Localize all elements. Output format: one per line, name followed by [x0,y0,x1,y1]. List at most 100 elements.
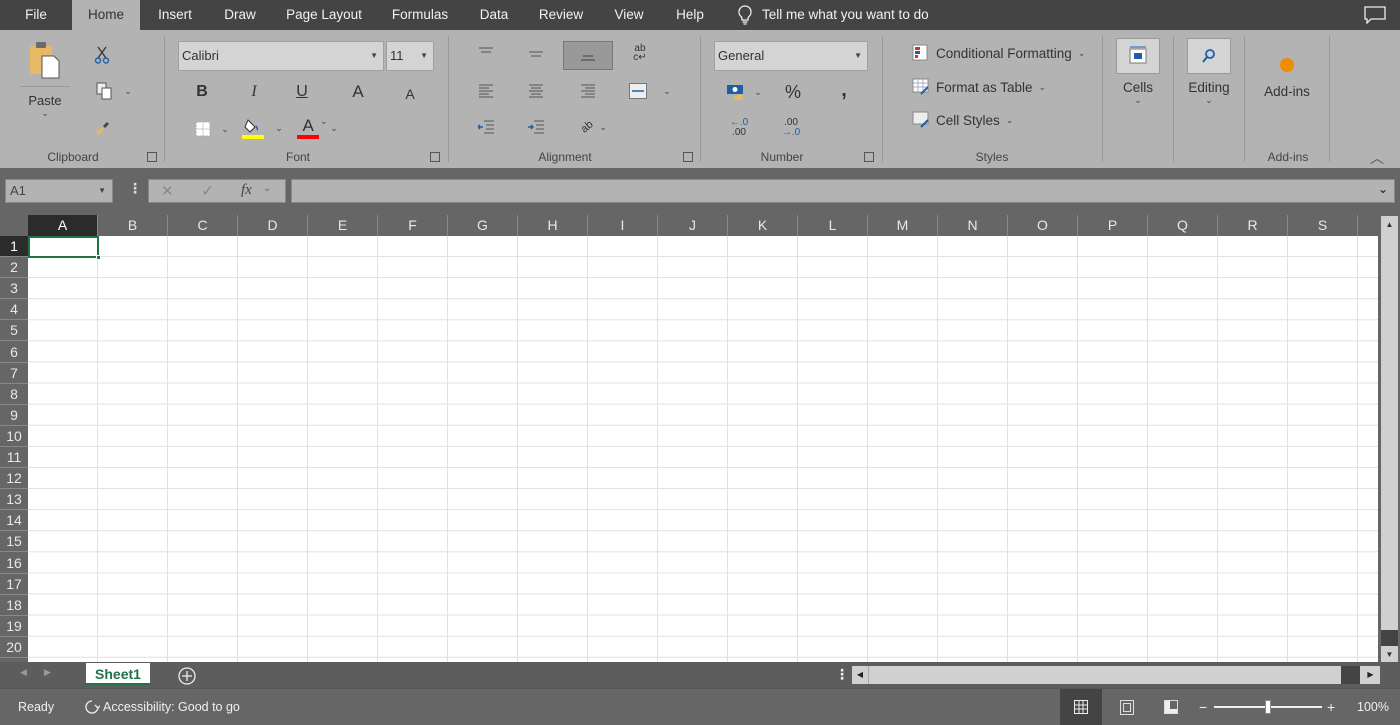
grow-font-button[interactable]: A [346,80,370,104]
row-header-18[interactable]: 18 [0,595,28,616]
increase-indent-button[interactable] [524,116,548,138]
tab-formulas[interactable]: Formulas [382,0,458,30]
merge-center-button[interactable]: ⌄ [624,80,676,102]
row-header-20[interactable]: 20 [0,637,28,658]
tab-draw[interactable]: Draw [212,0,268,30]
column-header-o[interactable]: O [1008,215,1078,236]
row-header-12[interactable]: 12 [0,468,28,490]
cut-button[interactable] [90,44,114,66]
scroll-up-button[interactable]: ▲ [1381,216,1398,234]
row-header-14[interactable]: 14 [0,510,28,532]
column-header-f[interactable]: F [378,215,448,236]
row-header-16[interactable]: 16 [0,553,28,574]
font-dialog-launcher[interactable] [430,152,440,162]
paste-button[interactable]: Paste ⌄ [20,40,70,145]
row-header-13[interactable]: 13 [0,489,28,511]
bold-button[interactable]: B [190,80,214,104]
percent-style-button[interactable]: % [781,80,805,104]
cell-grid[interactable] [28,236,1378,662]
alignment-dialog-launcher[interactable] [683,152,693,162]
normal-view-button[interactable] [1060,689,1102,725]
row-header-4[interactable]: 4 [0,299,28,321]
center-button[interactable] [524,80,548,102]
tab-data[interactable]: Data [470,0,518,30]
italic-button[interactable]: I [242,80,266,104]
new-sheet-button[interactable] [177,666,197,686]
row-header-9[interactable]: 9 [0,405,28,426]
tab-page-layout[interactable]: Page Layout [278,0,370,30]
copy-button[interactable]: ⌄ [90,80,138,102]
row-header-5[interactable]: 5 [0,320,28,342]
decrease-decimal-button[interactable]: .00 →.0 [776,116,806,140]
column-header-l[interactable]: L [798,215,868,236]
tab-home[interactable]: Home [72,0,140,30]
scroll-right-button[interactable]: ▶ [1362,666,1379,684]
more-options-icon[interactable]: ⋮ [128,180,142,197]
column-header-b[interactable]: B [98,215,168,236]
zoom-in-button[interactable]: + [1327,689,1335,725]
name-box[interactable]: A1 ▼ [5,179,113,203]
shrink-font-button[interactable]: A [398,82,422,106]
enter-formula-button[interactable]: ✓ [201,181,214,201]
cancel-formula-button[interactable]: ✕ [161,182,174,200]
row-header-3[interactable]: 3 [0,278,28,300]
editing-button[interactable]: Editing ⌄ [1181,38,1237,118]
row-header-6[interactable]: 6 [0,342,28,363]
column-header-h[interactable]: H [518,215,588,236]
horizontal-scrollbar[interactable]: ◀ ▶ [852,666,1380,684]
row-header-8[interactable]: 8 [0,384,28,405]
insert-function-button[interactable]: fx [241,182,252,199]
format-painter-button[interactable] [90,116,114,138]
row-header-19[interactable]: 19 [0,616,28,637]
column-header-j[interactable]: J [658,215,728,236]
orientation-button[interactable]: ab ⌄ [576,116,612,138]
tab-view[interactable]: View [604,0,654,30]
vertical-scroll-thumb[interactable] [1381,630,1398,646]
column-header-d[interactable]: D [238,215,308,236]
tab-insert[interactable]: Insert [144,0,206,30]
column-header-a[interactable]: A [28,215,98,236]
scroll-left-button[interactable]: ◀ [852,666,869,684]
tab-file[interactable]: File [0,0,72,30]
page-layout-view-button[interactable] [1120,700,1134,715]
top-align-button[interactable] [474,42,498,62]
tab-split-handle[interactable]: ⋮ [835,666,849,683]
next-sheet-button[interactable]: ▶ [44,667,51,678]
row-header-10[interactable]: 10 [0,426,28,447]
tab-help[interactable]: Help [666,0,714,30]
increase-decimal-button[interactable]: ←.0.00 [724,116,754,140]
horizontal-scroll-thumb[interactable] [1341,666,1360,684]
format-as-table-button[interactable]: Format as Table ⌄ [912,78,1046,96]
middle-align-button[interactable] [524,44,548,64]
zoom-level[interactable]: 100% [1357,689,1389,725]
accessibility-status[interactable]: Accessibility: Good to go [84,689,240,725]
fill-color-button[interactable]: ⌄ [240,116,284,140]
clipboard-dialog-launcher[interactable] [147,152,157,162]
zoom-out-button[interactable]: − [1199,689,1207,725]
conditional-formatting-button[interactable]: Conditional Formatting ⌄ [912,44,1085,62]
wrap-text-button[interactable]: ab c↵ [628,42,652,64]
comma-style-button[interactable]: , [832,78,856,102]
align-right-button[interactable] [576,80,600,102]
column-header-n[interactable]: N [938,215,1008,236]
accounting-format-button[interactable]: ⌄ [724,80,764,104]
row-header-2[interactable]: 2 [0,257,28,279]
sheet-tab-sheet1[interactable]: Sheet1 [86,663,150,685]
underline-button[interactable]: U [290,80,314,104]
column-header-g[interactable]: G [448,215,518,236]
vertical-scroll-track[interactable] [1381,234,1398,630]
cell-styles-button[interactable]: Cell Styles ⌄ [912,111,1013,129]
column-header-c[interactable]: C [168,215,238,236]
column-header-r[interactable]: R [1218,215,1288,236]
column-header-i[interactable]: I [588,215,658,236]
borders-button[interactable]: ⌄ [190,118,234,140]
cells-button[interactable]: Cells ⌄ [1110,38,1166,118]
font-name-combo[interactable]: Calibri ▼ [178,41,384,71]
number-dialog-launcher[interactable] [864,152,874,162]
prev-sheet-button[interactable]: ◀ [20,667,27,678]
bottom-align-button[interactable] [563,41,613,70]
font-color-button[interactable]: A ⌄ [295,116,339,140]
tab-review[interactable]: Review [530,0,592,30]
zoom-slider-thumb[interactable] [1265,700,1271,714]
number-format-combo[interactable]: General ▼ [714,41,868,71]
